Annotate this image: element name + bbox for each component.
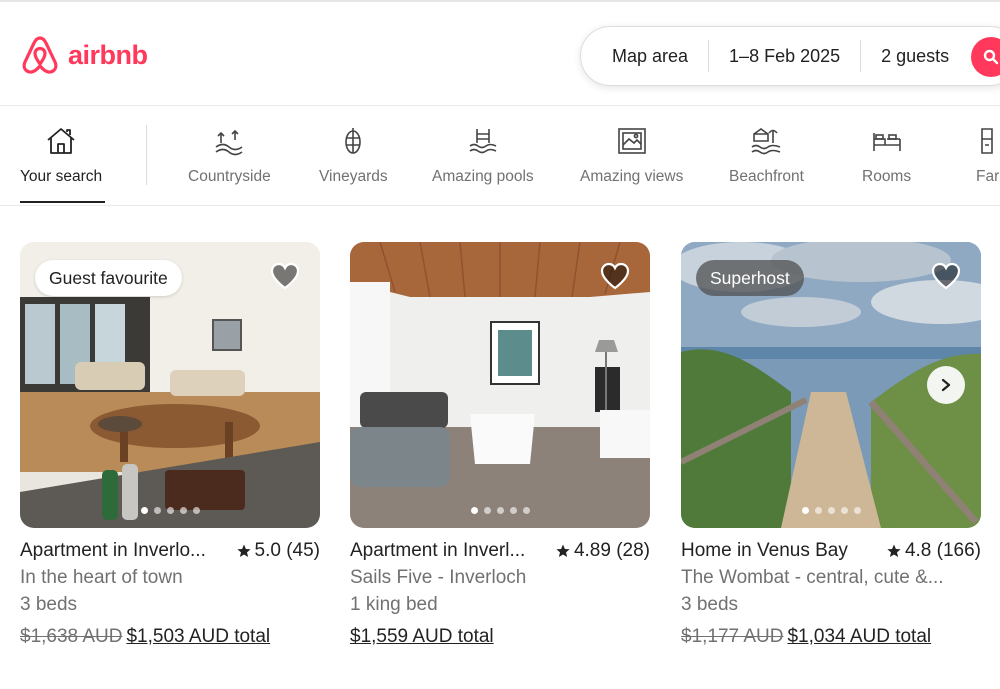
category-rooms[interactable]: Rooms: [862, 124, 911, 186]
listing-price[interactable]: $1,638 AUD $1,503 AUD total: [20, 626, 320, 648]
next-photo-button[interactable]: [927, 366, 965, 404]
logo-text: airbnb: [68, 39, 148, 70]
category-label: Amazing pools: [432, 168, 534, 185]
category-label: Countryside: [188, 168, 271, 185]
listing-price[interactable]: $1,177 AUD $1,034 AUD total: [681, 626, 981, 648]
top-header: airbnb Map area 1–8 Feb 2025 2 guests: [0, 0, 1000, 106]
search-location[interactable]: Map area: [581, 40, 708, 72]
listing-rating: 4.8 (166): [887, 540, 981, 562]
airbnb-logo[interactable]: airbnb: [20, 34, 148, 76]
house-icon: [44, 124, 78, 158]
listing-rating: 4.89 (28): [556, 540, 650, 562]
listing-subtitle: Sails Five - Inverloch: [350, 567, 527, 588]
category-bar: Your search Countryside Vineyards Amazin…: [0, 106, 1000, 206]
listing-price[interactable]: $1,559 AUD total: [350, 626, 650, 648]
original-price: $1,177 AUD: [681, 626, 784, 647]
photo-pagination-dots: [350, 507, 650, 514]
wishlist-heart-icon[interactable]: [600, 262, 630, 290]
star-icon: [236, 544, 251, 557]
wishlist-heart-icon[interactable]: [931, 262, 961, 290]
listing-photo[interactable]: Superhost: [681, 242, 981, 528]
listing-beds: 1 king bed: [350, 594, 438, 615]
listing-card[interactable]: Guest favourite Apartment in Inverlo... …: [20, 242, 320, 648]
category-label: Far: [976, 168, 1000, 185]
chevron-right-icon: [941, 378, 951, 392]
wishlist-heart-icon[interactable]: [270, 262, 300, 290]
listing-title: Home in Venus Bay: [681, 540, 848, 561]
airbnb-logo-icon: [22, 36, 58, 74]
search-button[interactable]: [971, 37, 1000, 77]
listing-subtitle: The Wombat - central, cute &...: [681, 567, 944, 588]
rating-value: 5.0 (45): [254, 540, 320, 561]
listing-info: Home in Venus Bay 4.8 (166) The Wombat -…: [681, 540, 981, 648]
category-vineyards[interactable]: Vineyards: [319, 124, 388, 186]
total-price[interactable]: $1,559 AUD total: [350, 626, 494, 647]
listing-beds: 3 beds: [20, 594, 78, 615]
countryside-icon: [212, 124, 246, 158]
listing-info: Apartment in Inverl... 4.89 (28) Sails F…: [350, 540, 650, 648]
photo-pagination-dots: [20, 507, 320, 514]
search-guests[interactable]: 2 guests: [861, 40, 969, 72]
framed-view-icon: [615, 124, 649, 158]
active-category-underline: [20, 201, 105, 203]
category-your-search[interactable]: Your search: [20, 124, 102, 186]
listing-beds: 3 beds: [681, 594, 739, 615]
star-icon: [556, 544, 570, 557]
rating-value: 4.89 (28): [573, 540, 650, 561]
category-label: Amazing views: [580, 168, 684, 185]
category-separator: [146, 125, 147, 185]
search-dates[interactable]: 1–8 Feb 2025: [709, 40, 860, 72]
grapes-icon: [336, 124, 370, 158]
listing-title: Apartment in Inverl...: [350, 540, 526, 561]
listing-rating: 5.0 (45): [236, 540, 320, 562]
listing-card[interactable]: Superhost Home in Venus Bay 4.8 (166) Th…: [681, 242, 981, 648]
category-amazing-pools[interactable]: Amazing pools: [432, 124, 534, 186]
listing-photo[interactable]: [350, 242, 650, 528]
total-price[interactable]: $1,503 AUD total: [126, 626, 270, 647]
search-bar[interactable]: Map area 1–8 Feb 2025 2 guests: [580, 26, 1000, 86]
superhost-badge: Superhost: [696, 260, 804, 296]
original-price: $1,638 AUD: [20, 626, 123, 647]
rating-value: 4.8 (166): [904, 540, 981, 561]
listing-info: Apartment in Inverlo... 5.0 (45) In the …: [20, 540, 320, 648]
listing-photo[interactable]: Guest favourite: [20, 242, 320, 528]
farm-icon: [976, 124, 1000, 158]
beds-icon: [870, 124, 904, 158]
category-label: Beachfront: [729, 168, 804, 185]
category-countryside[interactable]: Countryside: [188, 124, 271, 186]
beach-icon: [749, 124, 783, 158]
photo-pagination-dots: [681, 507, 981, 514]
search-icon: [983, 49, 999, 65]
category-label: Rooms: [862, 168, 912, 185]
listing-subtitle: In the heart of town: [20, 567, 183, 588]
category-beachfront[interactable]: Beachfront: [729, 124, 804, 186]
category-label: Vineyards: [319, 168, 388, 185]
category-amazing-views[interactable]: Amazing views: [580, 124, 683, 186]
total-price[interactable]: $1,034 AUD total: [787, 626, 931, 647]
star-icon: [887, 544, 901, 557]
pool-icon: [466, 124, 500, 158]
category-label: Your search: [20, 168, 103, 185]
guest-favourite-badge: Guest favourite: [35, 260, 182, 296]
category-far[interactable]: Far: [976, 124, 1000, 186]
listing-card[interactable]: Apartment in Inverl... 4.89 (28) Sails F…: [350, 242, 650, 648]
listing-title: Apartment in Inverlo...: [20, 540, 206, 561]
